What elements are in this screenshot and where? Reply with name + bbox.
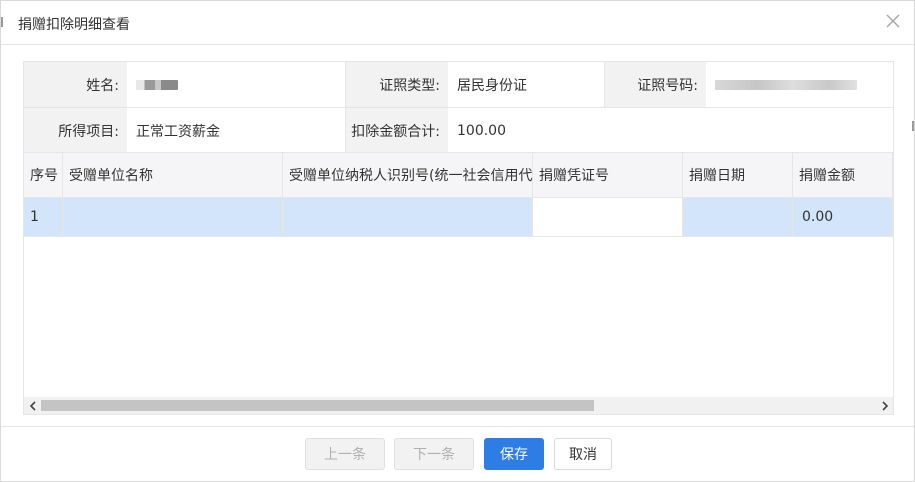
total-label: 扣除金额合计: — [346, 108, 448, 153]
taxpayer-info-panel: 姓名: 证照类型: 居民身份证 证照号码: 所得项目: 正常工资薪金 扣除金额合… — [23, 61, 894, 154]
cancel-button[interactable]: 取消 — [554, 438, 612, 470]
income-item-value: 正常工资薪金 — [127, 108, 346, 153]
redacted-id-number — [715, 79, 857, 90]
horizontal-scrollbar[interactable] — [24, 397, 893, 414]
dialog-title: 捐赠扣除明细查看 — [18, 17, 130, 33]
name-value — [127, 62, 346, 107]
edge-marker — [1, 17, 3, 27]
prev-button[interactable]: 上一条 — [305, 438, 385, 470]
column-header[interactable]: 捐赠金额 — [793, 153, 893, 197]
donation-table: 序号 受赠单位名称 受赠单位纳税人识别号(统一社会信用代码) 捐赠凭证号 捐赠日… — [23, 152, 894, 415]
id-number-value — [706, 62, 893, 107]
table-row[interactable]: 1 0.00 — [24, 198, 893, 237]
dialog-footer: 上一条 下一条 保存 取消 — [1, 426, 914, 482]
voucher-number-cell[interactable] — [533, 198, 683, 236]
chevron-left-icon[interactable] — [24, 397, 41, 414]
name-label: 姓名: — [24, 62, 127, 107]
column-header[interactable]: 受赠单位纳税人识别号(统一社会信用代码) — [283, 153, 533, 197]
donation-deduction-dialog: 捐赠扣除明细查看 姓名: 证照类型: 居民身份证 证照号码: 所得项目: 正常工… — [0, 0, 915, 482]
donation-date-cell[interactable] — [683, 198, 793, 236]
column-header[interactable]: 捐赠凭证号 — [533, 153, 683, 197]
save-button[interactable]: 保存 — [484, 438, 544, 470]
total-value: 100.00 — [448, 108, 893, 153]
recipient-name-cell[interactable] — [63, 198, 283, 236]
column-header[interactable]: 受赠单位名称 — [63, 153, 283, 197]
close-icon[interactable] — [884, 12, 902, 30]
next-button[interactable]: 下一条 — [394, 438, 474, 470]
edge-marker — [912, 121, 914, 131]
info-row: 姓名: 证照类型: 居民身份证 证照号码: — [24, 62, 893, 108]
recipient-tax-id-cell[interactable] — [283, 198, 533, 236]
row-index-cell: 1 — [24, 198, 63, 236]
income-item-label: 所得项目: — [24, 108, 127, 153]
redacted-name — [136, 79, 178, 90]
chevron-right-icon[interactable] — [876, 397, 893, 414]
id-type-value: 居民身份证 — [448, 62, 605, 107]
id-number-label: 证照号码: — [605, 62, 706, 107]
column-header[interactable]: 捐赠日期 — [683, 153, 793, 197]
info-row: 所得项目: 正常工资薪金 扣除金额合计: 100.00 — [24, 108, 893, 153]
scrollbar-thumb[interactable] — [41, 400, 594, 411]
table-header: 序号 受赠单位名称 受赠单位纳税人识别号(统一社会信用代码) 捐赠凭证号 捐赠日… — [24, 152, 893, 198]
column-header[interactable]: 序号 — [24, 153, 63, 197]
id-type-label: 证照类型: — [346, 62, 448, 107]
dialog-titlebar: 捐赠扣除明细查看 — [1, 1, 914, 45]
donation-amount-cell[interactable]: 0.00 — [793, 198, 893, 236]
